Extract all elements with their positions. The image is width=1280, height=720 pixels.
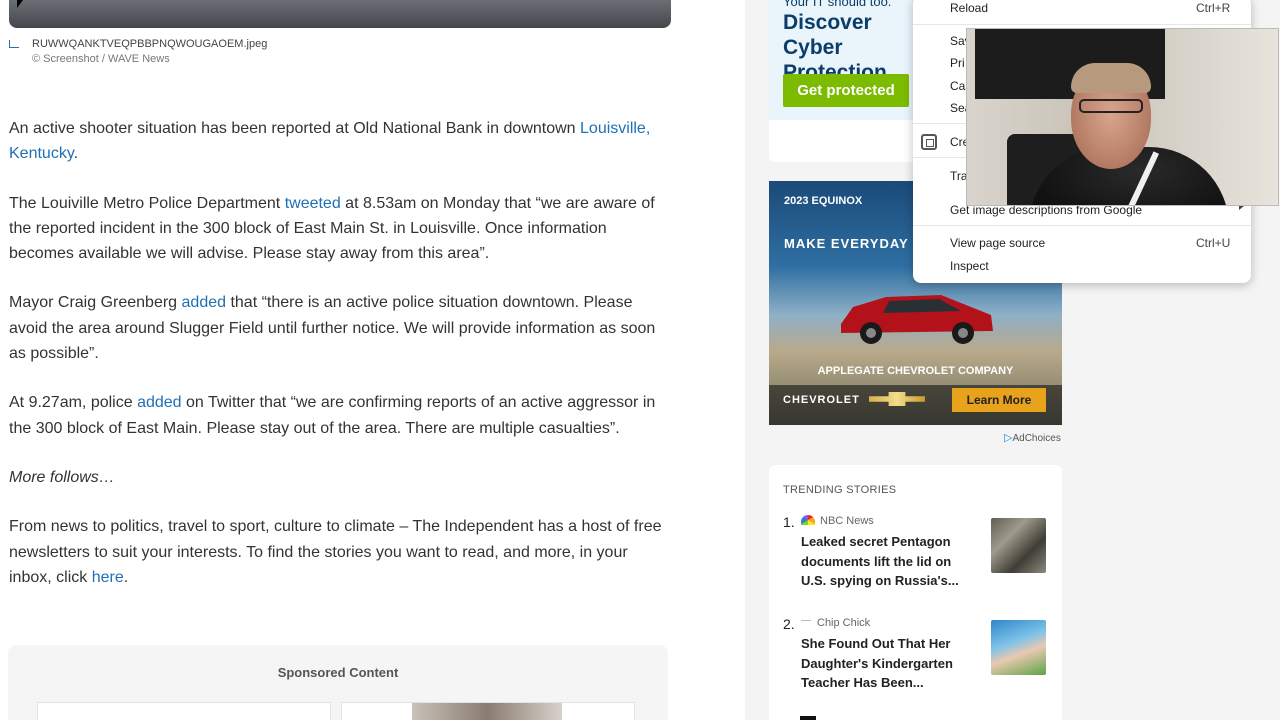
menu-item-translate[interactable]: Tra — [950, 169, 968, 183]
ad-brand: CHEVROLET — [783, 394, 860, 406]
link-tweeted[interactable]: tweeted — [285, 195, 341, 212]
webcam-person-hair — [1071, 63, 1151, 93]
article-body: An active shooter situation has been rep… — [9, 116, 669, 614]
qr-code-icon — [921, 134, 937, 150]
webcam-glasses — [1079, 99, 1143, 113]
caption-credit: © Screenshot / WAVE News — [32, 53, 170, 65]
menu-item-view-source[interactable]: View page source Ctrl+U — [950, 236, 1230, 250]
article-hero-image — [9, 0, 671, 28]
story-thumbnail[interactable] — [991, 518, 1046, 573]
ad-small-text: Your IT should too. — [783, 0, 892, 9]
link-added-mayor[interactable]: added — [182, 294, 227, 311]
story-number: 2. — [783, 616, 795, 632]
menu-separator — [913, 24, 1251, 25]
chipchick-logo-icon — [801, 620, 811, 626]
link-added-police[interactable]: added — [137, 394, 182, 411]
link-here[interactable]: here — [92, 569, 124, 586]
ad-tagline: MAKE EVERYDAY A — [784, 236, 924, 251]
menu-item-inspect[interactable]: Inspect — [950, 259, 989, 273]
paragraph-1: An active shooter situation has been rep… — [9, 120, 651, 163]
story-source: Chip Chick — [801, 617, 870, 629]
paragraph-more-follows: More follows… — [9, 468, 115, 486]
ad-dealer-name: APPLEGATE CHEVROLET COMPANY — [817, 365, 1014, 377]
sponsored-card[interactable] — [341, 702, 635, 720]
shortcut-reload: Ctrl+R — [1196, 1, 1231, 15]
paragraph-newsletter: From news to politics, travel to sport, … — [9, 518, 662, 586]
learn-more-button[interactable]: Learn More — [952, 388, 1046, 412]
browser-page: RUWWQANKTVEQPBBPNQWOUGAOEM.jpeg © Screen… — [0, 0, 1280, 720]
story-number: 1. — [783, 514, 795, 530]
sponsored-content-section: Sponsored Content — [8, 645, 668, 720]
shortcut-view-source: Ctrl+U — [1196, 236, 1231, 250]
car-image — [841, 295, 993, 344]
paragraph-2: The Louiville Metro Police Department tw… — [9, 194, 655, 263]
trending-header: TRENDING STORIES — [783, 484, 897, 496]
sponsored-card-image — [412, 703, 562, 720]
paragraph-4: At 9.27am, police added on Twitter that … — [9, 394, 656, 437]
mouse-cursor-icon — [17, 0, 29, 8]
story-source: NBC News — [801, 515, 874, 527]
story-3-source-icon — [800, 716, 816, 720]
caption-corner-icon — [9, 40, 19, 48]
sponsored-title: Sponsored Content — [277, 665, 399, 680]
menu-item-reload[interactable]: Reload Ctrl+R — [950, 1, 1230, 15]
image-caption: RUWWQANKTVEQPBBPNQWOUGAOEM.jpeg © Screen… — [9, 38, 267, 65]
get-protected-button[interactable]: Get protected — [783, 74, 909, 107]
link-louisville[interactable]: Louisville, — [580, 120, 650, 137]
trending-stories-panel: TRENDING STORIES 1. NBC News Leaked secr… — [769, 465, 1062, 720]
adchoices-link[interactable]: ▷AdChoices — [1004, 431, 1061, 444]
sponsored-card[interactable] — [37, 702, 331, 720]
webcam-overlay — [966, 28, 1279, 206]
story-title[interactable]: She Found Out That Her Daughter's Kinder… — [801, 634, 961, 693]
ad-model-year: 2023 EQUINOX — [784, 195, 863, 207]
menu-separator — [913, 225, 1251, 226]
paragraph-3: Mayor Craig Greenberg added that “there … — [9, 294, 656, 363]
nbc-peacock-icon — [801, 515, 815, 525]
caption-filename: RUWWQANKTVEQPBBPNQWOUGAOEM.jpeg — [32, 38, 268, 50]
story-title[interactable]: Leaked secret Pentagon documents lift th… — [801, 532, 961, 591]
link-kentucky[interactable]: Kentucky — [9, 145, 74, 162]
menu-item-print[interactable]: Pri — [950, 56, 965, 70]
story-thumbnail[interactable] — [991, 620, 1046, 675]
